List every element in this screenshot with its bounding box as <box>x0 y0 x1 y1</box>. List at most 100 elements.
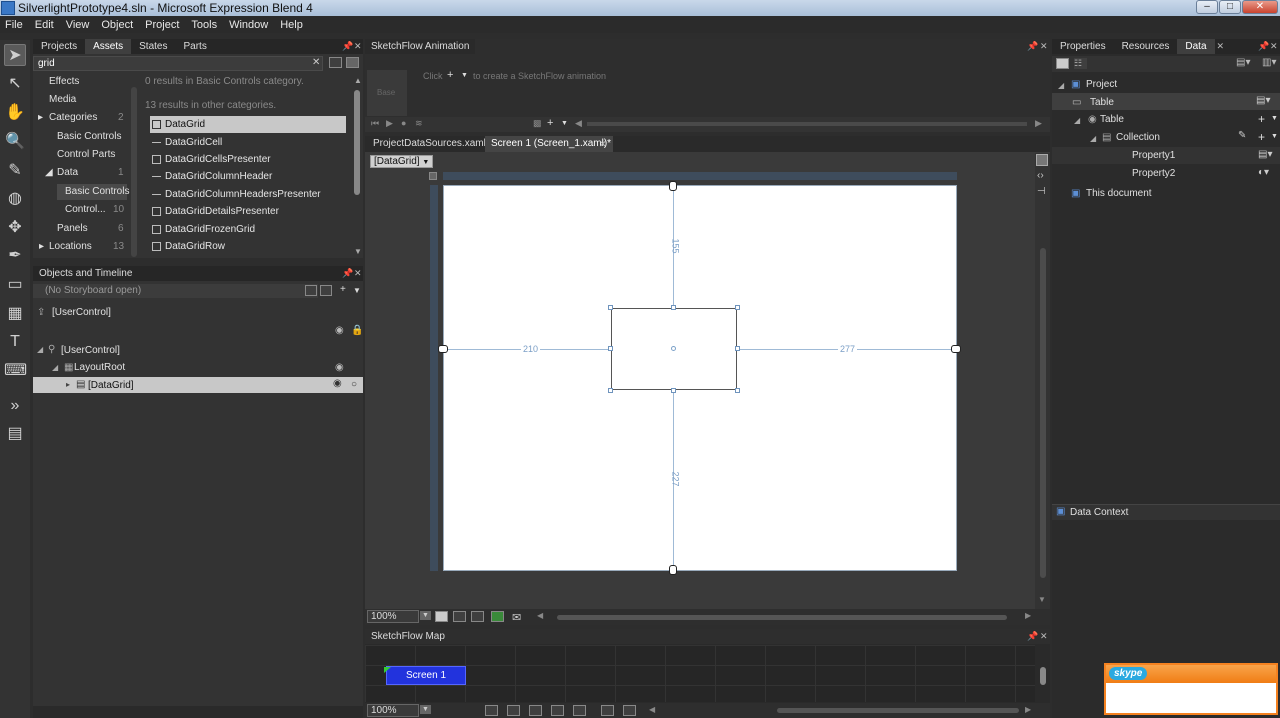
tab-data[interactable]: Data <box>1177 39 1215 54</box>
scroll-down-icon[interactable]: ▼ <box>1038 595 1046 604</box>
pin-icon[interactable]: 📌 <box>342 268 353 279</box>
category-control-parts[interactable]: Control Parts <box>57 149 115 160</box>
navigation-icon[interactable] <box>529 705 542 716</box>
grid-ruler-left[interactable] <box>430 185 438 571</box>
tab-assets[interactable]: Assets <box>85 39 132 54</box>
resize-handle-r[interactable] <box>735 346 740 351</box>
gradient-tool-icon[interactable]: ✥ <box>4 217 26 239</box>
rectangle-tool-icon[interactable]: ▭ <box>4 274 26 296</box>
loop-icon[interactable]: ≋ <box>415 118 423 129</box>
clear-search-icon[interactable]: ✕ <box>312 57 320 68</box>
selection-tool-icon[interactable]: ➤ <box>4 44 26 66</box>
category-data-basic-controls[interactable]: Basic Controls <box>65 186 129 197</box>
annotations-icon[interactable]: ✉ <box>512 611 525 624</box>
expander-icon[interactable]: ◢ <box>1074 116 1080 125</box>
tree-item-usercontrol[interactable]: [UserControl] <box>61 345 120 356</box>
scroll-down-icon[interactable]: ▼ <box>354 247 362 256</box>
tree-property1[interactable]: Property1 <box>1132 150 1175 161</box>
pin-icon[interactable]: 📌 <box>1027 631 1038 642</box>
tab-states[interactable]: States <box>131 39 175 54</box>
resize-handle-t[interactable] <box>671 305 676 310</box>
snap-grid-icon[interactable] <box>471 611 484 622</box>
skype-notification[interactable]: skype <box>1104 663 1278 715</box>
asset-item[interactable]: DataGridRow <box>150 238 346 255</box>
menu-view[interactable]: View <box>61 19 97 31</box>
menu-window[interactable]: Window <box>224 19 275 31</box>
pan-tool-icon[interactable]: ✋ <box>4 102 26 124</box>
add-data-source-icon[interactable]: ▥▾ <box>1262 57 1276 68</box>
datagrid-element[interactable] <box>611 308 737 390</box>
canvas-hscroll[interactable] <box>557 615 1007 620</box>
tree-project[interactable]: Project <box>1086 79 1117 90</box>
lock-icon[interactable]: 🔒 <box>351 325 363 336</box>
transition-icon[interactable]: ▩ <box>533 118 542 129</box>
expand-assets-icon[interactable]: » <box>4 395 26 417</box>
tab-parts[interactable]: Parts <box>176 39 215 54</box>
split-view-icon[interactable]: ⊣ <box>1037 186 1046 197</box>
asset-library-icon[interactable]: ▤ <box>4 423 26 445</box>
create-data-source-icon[interactable]: ▤▾ <box>1236 57 1250 68</box>
add-frame-menu-icon[interactable]: ▼ <box>461 72 468 79</box>
map-zoom-dropdown[interactable]: 100% <box>367 704 419 717</box>
expander-icon[interactable]: ◢ <box>37 345 43 354</box>
property-type-icon[interactable]: ◐▾ <box>1258 167 1269 178</box>
eye-icon[interactable]: ◉ <box>335 325 344 336</box>
paint-bucket-tool-icon[interactable]: ◍ <box>4 188 26 210</box>
asset-item[interactable]: DataGridFrozenGrid <box>150 221 346 238</box>
add-property-menu-icon[interactable]: ▼ <box>1271 115 1278 122</box>
map-hscroll[interactable] <box>777 708 1019 713</box>
close-panel-icon[interactable]: ✕ <box>1040 631 1048 642</box>
tab-properties[interactable]: Properties <box>1052 39 1114 54</box>
category-categories[interactable]: Categories <box>49 112 97 123</box>
lock-toggle-icon[interactable]: ○ <box>351 379 357 390</box>
add-collection-menu-icon[interactable]: ▼ <box>1271 133 1278 140</box>
add-state-icon[interactable]: + <box>547 117 553 129</box>
hscroll-right-icon[interactable]: ▶ <box>1025 611 1031 620</box>
pen-tool-icon[interactable]: ✒ <box>4 245 26 267</box>
canvas-vscroll[interactable] <box>1040 248 1046 578</box>
first-frame-icon[interactable]: ⏮ <box>371 118 379 129</box>
component-screen-icon[interactable] <box>507 705 520 716</box>
scroll-left-icon[interactable]: ◀ <box>575 118 582 129</box>
play-icon[interactable]: ▶ <box>386 118 393 129</box>
storyboard-dropdown[interactable]: (No Storyboard open) <box>33 284 318 298</box>
menu-project[interactable]: Project <box>140 19 186 31</box>
category-effects[interactable]: Effects <box>49 76 79 87</box>
center-point-handle[interactable] <box>671 346 676 351</box>
zoom-tool-icon[interactable]: 🔍 <box>4 131 26 153</box>
menu-edit[interactable]: Edit <box>30 19 61 31</box>
tree-collection[interactable]: Collection <box>1116 132 1160 143</box>
category-expander-icon[interactable]: ◢ <box>45 167 53 178</box>
menu-object[interactable]: Object <box>96 19 140 31</box>
maximize-button[interactable]: □ <box>1219 0 1241 14</box>
close-tab-icon[interactable]: ✕ <box>599 136 607 152</box>
asset-item[interactable]: DataGridCell <box>150 134 346 151</box>
resize-handle-b[interactable] <box>671 388 676 393</box>
storyboard-options-icon[interactable] <box>305 285 317 296</box>
grid-tool-icon[interactable]: ▦ <box>4 303 26 325</box>
category-expander-icon[interactable]: ▸ <box>38 112 43 123</box>
artboard-layoutroot[interactable]: 155 210 277 227 <box>443 185 957 571</box>
scroll-up-icon[interactable]: ▲ <box>354 76 362 85</box>
close-button[interactable]: ✕ <box>1242 0 1278 14</box>
storyboard-menu-icon[interactable]: ▼ <box>353 286 361 295</box>
new-screen-icon[interactable] <box>485 705 498 716</box>
render-effects-icon[interactable] <box>435 611 448 622</box>
tree-item-datagrid[interactable]: [DataGrid] <box>88 380 134 391</box>
text-tool-icon[interactable]: T <box>4 331 26 353</box>
grid-mode-icon[interactable] <box>429 172 437 180</box>
layout-icon[interactable] <box>623 705 636 716</box>
close-storyboard-icon[interactable] <box>320 285 332 296</box>
asset-search-input[interactable]: grid ✕ <box>33 56 323 71</box>
asset-item[interactable]: DataGridCellsPresenter <box>150 151 346 168</box>
map-vscroll[interactable] <box>1040 667 1046 685</box>
stop-icon[interactable] <box>573 705 586 716</box>
menu-file[interactable]: File <box>0 19 30 31</box>
tree-table-source[interactable]: Table <box>1090 97 1114 108</box>
close-panel-icon[interactable]: ✕ <box>354 268 362 279</box>
pin-icon[interactable]: 📌 <box>1258 41 1269 52</box>
eyedropper-tool-icon[interactable]: ✎ <box>4 160 26 182</box>
tab-resources[interactable]: Resources <box>1114 39 1178 54</box>
pin-bottom-icon[interactable] <box>669 565 677 575</box>
tree-item-layoutroot[interactable]: LayoutRoot <box>74 362 125 373</box>
